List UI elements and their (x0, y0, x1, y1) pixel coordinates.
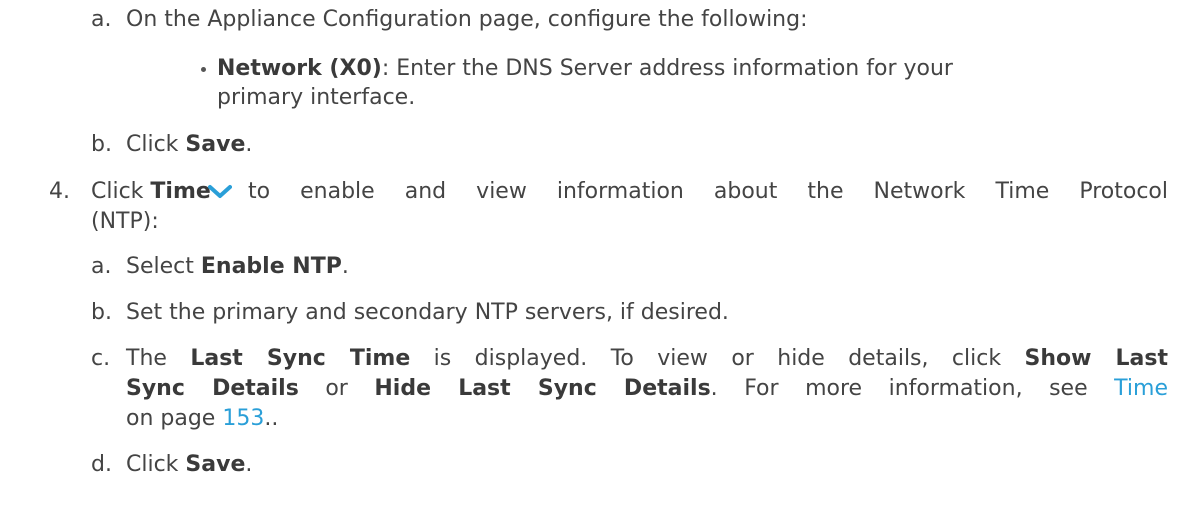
save-label-4d: Save (185, 452, 246, 477)
time-label: Time (150, 179, 211, 204)
step-4-text-line1: to enable and view information about the… (248, 179, 1168, 204)
step-4c-line3: on page 153.. (126, 405, 278, 433)
step-4c-marker: c. (91, 346, 111, 371)
step-4-marker: 4. (49, 179, 70, 204)
page-153-link[interactable]: 153 (222, 406, 264, 431)
step-3b-marker: b. (91, 132, 112, 157)
step-4c-mid3: . For more information, see (710, 376, 1115, 401)
step-4-click-time: Click Time (91, 178, 211, 206)
step-3b-text: Click Save. (126, 131, 252, 159)
chevron-down-icon-svg (208, 185, 232, 198)
step-3a-marker: a. (91, 7, 112, 32)
step-4a-marker: a. (91, 254, 112, 279)
bullet-text-line1: : Enter the DNS Server address informati… (381, 56, 953, 81)
step-4d-pre: Click (126, 452, 186, 477)
step-4-text-line2: (NTP): (91, 209, 159, 234)
step-4c-line3-post: .. (264, 406, 279, 431)
time-link[interactable]: Time (1114, 376, 1168, 401)
step-4c-mid1: is displayed. To view or hide details, c… (410, 346, 1025, 371)
sync-details-label: Sync Details (126, 376, 299, 401)
bullet-text-line2: primary interface. (217, 85, 416, 110)
show-last-label: Show Last (1024, 346, 1169, 371)
step-4c-line1: The Last Sync Time is displayed. To view… (126, 345, 1168, 373)
step-4a-text: Select Enable NTP. (126, 253, 349, 281)
step-3b-post: . (245, 132, 253, 157)
step-4a-post: . (341, 254, 349, 279)
chevron-down-icon[interactable] (208, 180, 232, 198)
network-x0-label: Network (X0) (217, 56, 382, 81)
step-4d-text: Click Save. (126, 451, 252, 479)
step-4c-line2: Sync Details or Hide Last Sync Details. … (126, 375, 1168, 403)
step-3a-text: On the Appliance Configuration page, con… (126, 7, 808, 32)
step-4c-pre: The (126, 346, 191, 371)
last-sync-time-label: Last Sync Time (190, 346, 411, 371)
bullet-network-line1: Network (X0): Enter the DNS Server addre… (217, 55, 953, 83)
hide-last-sync-details-label: Hide Last Sync Details (374, 376, 711, 401)
step-3b-pre: Click (126, 132, 186, 157)
step-4-pre: Click (91, 179, 151, 204)
step-4c-line3-pre: on page (126, 406, 223, 431)
step-4d-marker: d. (91, 452, 112, 477)
step-4b-marker: b. (91, 300, 112, 325)
bullet-dot (201, 67, 206, 72)
step-4c-mid2: or (298, 376, 375, 401)
save-label: Save (185, 132, 246, 157)
step-4a-pre: Select (126, 254, 201, 279)
enable-ntp-label: Enable NTP (200, 254, 342, 279)
step-4b-text: Set the primary and secondary NTP server… (126, 300, 729, 325)
step-4d-post: . (245, 452, 253, 477)
